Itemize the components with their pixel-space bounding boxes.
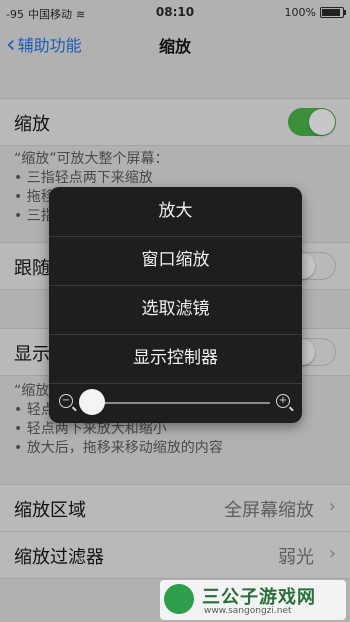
zoom-label: 缩放 bbox=[14, 114, 50, 135]
nav-bar: ‹ 辅助功能 缩放 bbox=[0, 24, 350, 64]
chevron-right-icon: › bbox=[328, 543, 336, 564]
zoom-filter-label: 缩放过滤器 bbox=[14, 547, 104, 568]
menu-item-show-controller[interactable]: 显示控制器 bbox=[49, 334, 302, 384]
slider-track bbox=[89, 402, 270, 404]
menu-item-choose-filter[interactable]: 选取滤镜 bbox=[49, 285, 302, 335]
page-title: 缩放 bbox=[158, 37, 191, 56]
toggle-knob bbox=[309, 109, 335, 135]
zoom-desc-line: • 三指轻点两下来缩放 bbox=[14, 170, 153, 186]
zoom-toggle[interactable] bbox=[288, 108, 336, 136]
chevron-right-icon: › bbox=[328, 496, 336, 517]
status-bar: -95 中国移动 ≋ 08:10 100% bbox=[0, 0, 350, 24]
zoom-popup-menu: 放大 窗口缩放 选取滤镜 显示控制器 − + bbox=[49, 187, 302, 423]
zoom-filter-value: 弱光 bbox=[278, 547, 314, 568]
zoom-region-row[interactable]: 缩放区域 全屏幕缩放 › bbox=[0, 484, 350, 532]
zoom-row: 缩放 bbox=[0, 98, 350, 146]
menu-item-window-zoom[interactable]: 窗口缩放 bbox=[49, 236, 302, 286]
battery-percent: 100% bbox=[284, 6, 316, 19]
follow-focus-label: 跟随 bbox=[14, 258, 50, 279]
watermark-url: www.sangongzi.net bbox=[204, 606, 292, 616]
controller-desc-line: • 放大后，拖移来移动缩放的内容 bbox=[14, 440, 223, 456]
zoom-desc-line: “缩放”可放大整个屏幕： bbox=[14, 151, 169, 167]
zoom-region-value: 全屏幕缩放 bbox=[224, 500, 314, 521]
battery-icon bbox=[320, 7, 346, 18]
show-controller-label: 显示 bbox=[14, 344, 50, 365]
watermark-emblem bbox=[164, 584, 194, 614]
zoom-level-slider[interactable]: − + bbox=[49, 383, 302, 423]
menu-item-zoom-in[interactable]: 放大 bbox=[49, 187, 302, 237]
slider-thumb[interactable] bbox=[79, 389, 105, 415]
zoom-out-icon: − bbox=[59, 394, 73, 408]
watermark-logo: 三公子游戏网 www.sangongzi.net bbox=[160, 580, 346, 620]
zoom-in-icon: + bbox=[276, 394, 290, 408]
zoom-region-label: 缩放区域 bbox=[14, 500, 86, 521]
zoom-filter-row[interactable]: 缩放过滤器 弱光 › bbox=[0, 531, 350, 579]
settings-screen: -95 中国移动 ≋ 08:10 100% ‹ 辅助功能 缩放 缩放 “缩放”可… bbox=[0, 0, 350, 622]
